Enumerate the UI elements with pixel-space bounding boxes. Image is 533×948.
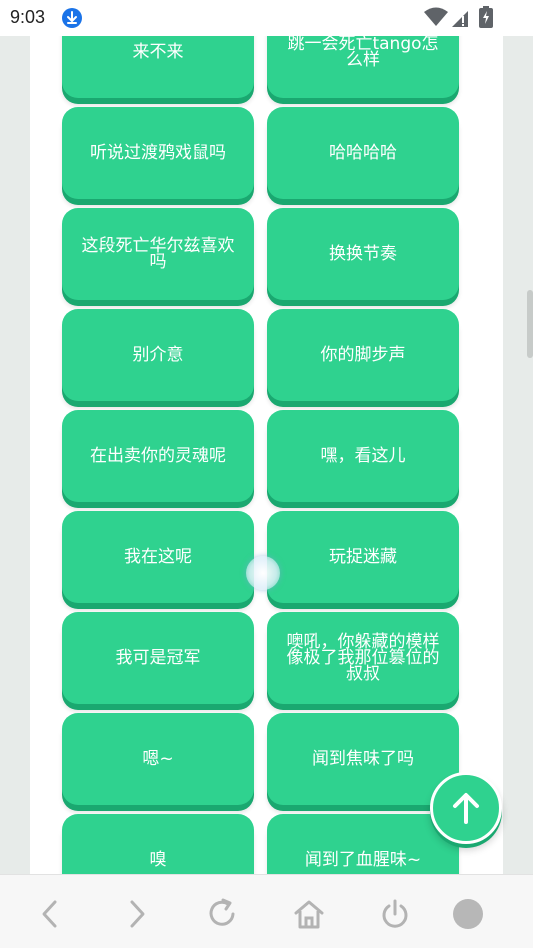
forward-button[interactable] xyxy=(120,897,154,931)
phrase-card-label: 换换节奏 xyxy=(329,244,397,264)
phrase-card-label: 玩捉迷藏 xyxy=(329,547,397,567)
status-bar: 9:03 xyxy=(0,0,533,36)
phrase-card[interactable]: 这段死亡华尔兹喜欢吗 xyxy=(62,208,254,300)
back-button[interactable] xyxy=(34,897,68,931)
forward-icon xyxy=(130,900,145,928)
phrase-card[interactable]: 噢吼，你躲藏的模样像极了我那位篡位的叔叔 xyxy=(267,612,459,704)
phrase-card-label: 这段死亡华尔兹喜欢吗 xyxy=(81,236,235,272)
phrase-card[interactable]: 我可是冠军 xyxy=(62,612,254,704)
phrase-card[interactable]: 嘿，看这儿 xyxy=(267,410,459,502)
phrase-card-label: 我可是冠军 xyxy=(115,648,201,668)
wifi-icon xyxy=(424,7,448,31)
phrase-card[interactable]: 我在这呢 xyxy=(62,511,254,603)
power-button[interactable] xyxy=(378,897,412,931)
phrase-card[interactable]: 在出卖你的灵魂呢 xyxy=(62,410,254,502)
phrase-card-label: 在出卖你的灵魂呢 xyxy=(90,446,226,466)
phrase-card-label: 你的脚步声 xyxy=(320,345,406,365)
phrase-card-label: 嗯~ xyxy=(142,749,174,769)
phrase-card-label: 哈哈哈哈 xyxy=(329,143,397,163)
phrase-card-label: 跳一会死亡tango怎么样 xyxy=(287,34,439,70)
phrase-card[interactable]: 哈哈哈哈 xyxy=(267,107,459,199)
phrase-card-label: 别介意 xyxy=(132,345,184,365)
phrase-card-label: 嗅 xyxy=(149,850,167,870)
phrase-card[interactable]: 别介意 xyxy=(62,309,254,401)
phrase-card-label: 听说过渡鸦戏鼠吗 xyxy=(90,143,226,163)
tabs-circle-icon xyxy=(453,899,483,929)
power-icon xyxy=(382,899,408,928)
phrase-grid: 来不来 跳一会死亡tango怎么样听说过渡鸦戏鼠吗 哈哈哈哈这段死亡华尔兹喜欢吗 换换… xyxy=(0,0,533,874)
home-button[interactable] xyxy=(292,897,326,931)
download-icon xyxy=(62,8,82,28)
phrase-card-label: 嘿，看这儿 xyxy=(320,446,406,466)
phrase-card[interactable]: 闻到焦味了吗 xyxy=(267,713,459,805)
phrase-card-label: 我在这呢 xyxy=(124,547,192,567)
battery-icon xyxy=(479,6,493,32)
phrase-card-label: 闻到了血腥味~ xyxy=(304,850,422,870)
phrase-card[interactable]: 你的脚步声 xyxy=(267,309,459,401)
phrase-card[interactable]: 听说过渡鸦戏鼠吗 xyxy=(62,107,254,199)
refresh-button[interactable] xyxy=(206,897,240,931)
phrase-card[interactable]: 嗯~ xyxy=(62,713,254,805)
home-icon xyxy=(294,900,324,929)
status-time: 9:03 xyxy=(10,7,46,27)
back-icon xyxy=(42,900,57,928)
phrase-card[interactable]: 换换节奏 xyxy=(267,208,459,300)
touch-indicator xyxy=(246,556,280,590)
browser-bottom-nav xyxy=(0,874,533,948)
arrow-up-icon xyxy=(453,793,479,824)
scroll-to-top-button[interactable] xyxy=(430,772,502,844)
phrase-card-label: 来不来 xyxy=(132,42,184,62)
phrase-card[interactable]: 嗅 xyxy=(62,814,254,874)
phrase-card-label: 闻到焦味了吗 xyxy=(312,749,414,769)
phrase-card-label: 噢吼，你躲藏的模样像极了我那位篡位的叔叔 xyxy=(286,632,440,684)
phrase-card[interactable]: 闻到了血腥味~ xyxy=(267,814,459,874)
phrase-card[interactable]: 玩捉迷藏 xyxy=(267,511,459,603)
refresh-icon xyxy=(209,898,235,926)
signal-icon xyxy=(451,8,471,32)
tabs-button[interactable] xyxy=(451,897,485,931)
